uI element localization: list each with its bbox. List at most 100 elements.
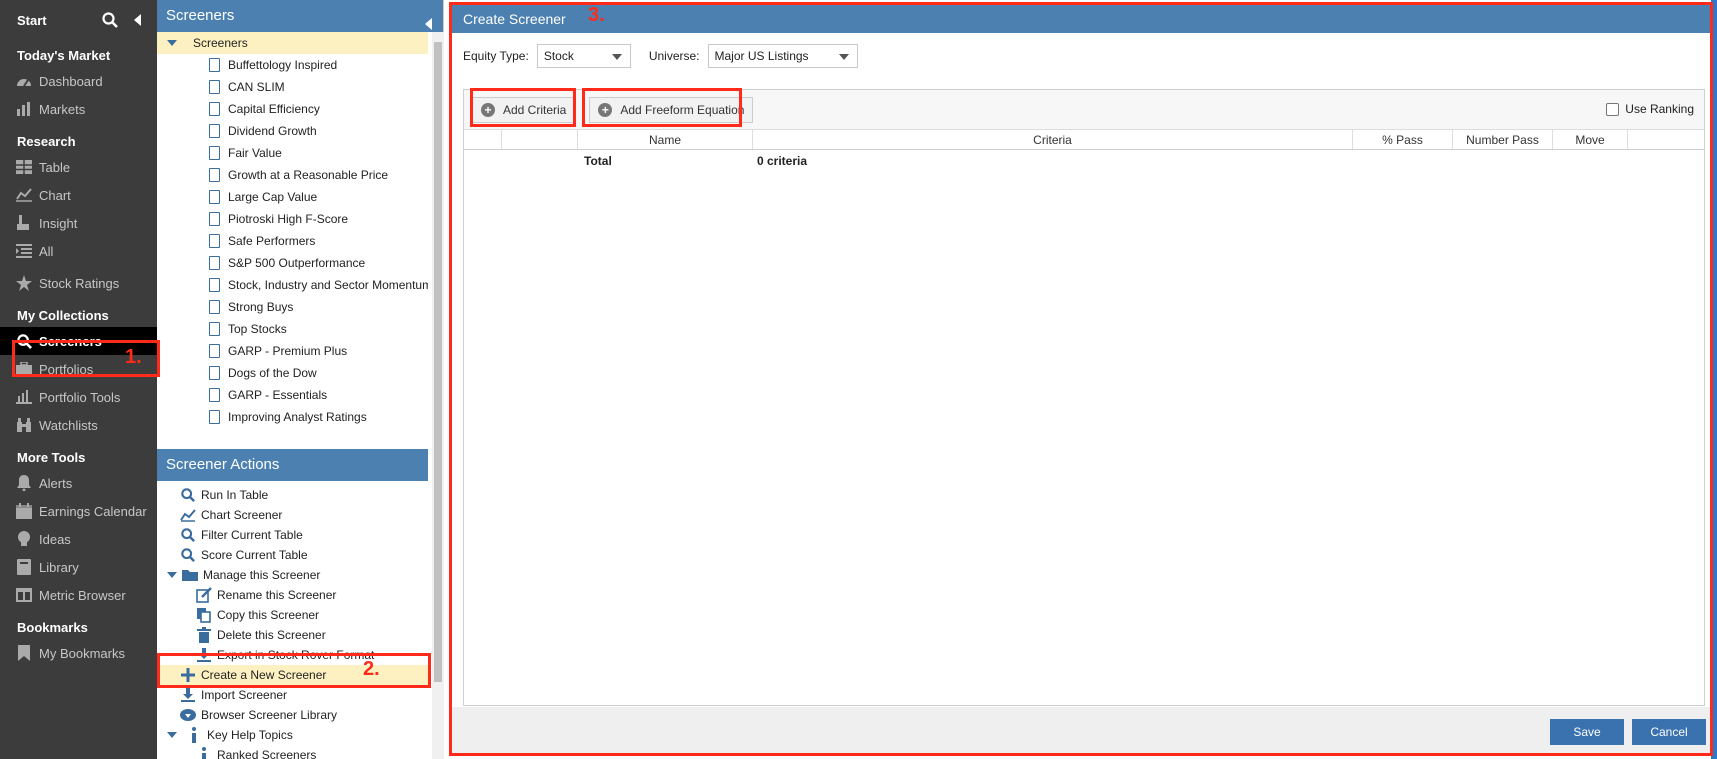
screener-list-item[interactable]: Buffettology Inspired xyxy=(157,54,428,76)
screener-item-label: S&P 500 Outperformance xyxy=(228,256,366,270)
nav-section-title: Bookmarks xyxy=(17,620,88,635)
nav-item-label: Markets xyxy=(39,101,86,117)
expand-triangle-icon[interactable] xyxy=(167,732,177,738)
nav-item-label: My Bookmarks xyxy=(39,645,125,661)
score-current-table-action[interactable]: Score Current Table xyxy=(157,545,428,565)
document-icon xyxy=(209,344,220,358)
delete-screener-label: Delete this Screener xyxy=(217,628,326,642)
rename-screener-action[interactable]: Rename this Screener xyxy=(157,585,428,605)
copy-screener-action[interactable]: Copy this Screener xyxy=(157,605,428,625)
chart-screener-label: Chart Screener xyxy=(201,508,283,522)
score-current-table-label: Score Current Table xyxy=(201,548,308,562)
nav-item-label: Dashboard xyxy=(39,73,103,89)
screener-list-item[interactable]: Fair Value xyxy=(157,142,428,164)
document-icon xyxy=(209,124,220,138)
nav-item-alerts[interactable]: Alerts xyxy=(0,469,157,497)
screener-list-item[interactable]: Dividend Growth xyxy=(157,120,428,142)
screener-item-label: GARP - Premium Plus xyxy=(228,344,348,358)
annotation-3: 3. xyxy=(588,4,605,26)
nav-item-label: Earnings Calendar xyxy=(39,503,147,519)
screener-item-label: Dogs of the Dow xyxy=(228,366,317,380)
filter-current-table-label: Filter Current Table xyxy=(201,528,303,542)
manage-screener-folder[interactable]: Manage this Screener xyxy=(157,565,428,585)
list-icon xyxy=(15,243,33,259)
nav-item-table[interactable]: Table xyxy=(0,153,157,181)
gauge-icon xyxy=(15,73,33,89)
screener-list-item[interactable]: Strong Buys xyxy=(157,296,428,318)
key-help-topics-folder[interactable]: Key Help Topics xyxy=(157,725,428,745)
screener-item-label: Fair Value xyxy=(228,146,282,160)
screener-list-item[interactable]: CAN SLIM xyxy=(157,76,428,98)
app-root: Start Today's Market Dashboard Markets Rese… xyxy=(0,0,1717,759)
annotation-2: 2. xyxy=(363,658,380,680)
import-icon xyxy=(179,687,197,703)
tree-scrollbar[interactable] xyxy=(432,32,444,759)
scrollbar-thumb[interactable] xyxy=(434,42,442,682)
screener-list-item[interactable]: Growth at a Reasonable Price xyxy=(157,164,428,186)
nav-item-portfolio-tools[interactable]: Portfolio Tools xyxy=(0,383,157,411)
bookmark-icon xyxy=(15,645,33,661)
edit-icon xyxy=(195,587,213,603)
ranked-screeners-action[interactable]: Ranked Screeners xyxy=(157,745,428,759)
screener-item-label: Growth at a Reasonable Price xyxy=(228,168,389,182)
screener-list-item[interactable]: Dogs of the Dow xyxy=(157,362,428,384)
expand-triangle-icon[interactable] xyxy=(167,40,177,46)
insight-icon xyxy=(15,215,33,231)
nav-item-dashboard[interactable]: Dashboard xyxy=(0,67,157,95)
tools-chart-icon xyxy=(15,389,33,405)
key-help-topics-label: Key Help Topics xyxy=(207,728,293,742)
screener-item-label: Large Cap Value xyxy=(228,190,318,204)
document-icon xyxy=(209,322,220,336)
start-label[interactable]: Start xyxy=(17,13,101,28)
screener-item-label: Top Stocks xyxy=(228,322,287,336)
screener-item-label: Safe Performers xyxy=(228,234,316,248)
nav-item-watchlists[interactable]: Watchlists xyxy=(0,411,157,439)
screener-list-item[interactable]: Top Stocks xyxy=(157,318,428,340)
search-icon[interactable] xyxy=(101,11,119,29)
document-icon xyxy=(209,102,220,116)
screener-list-item[interactable]: Piotroski High F-Score xyxy=(157,208,428,230)
import-screener-action[interactable]: Import Screener xyxy=(157,685,428,705)
nav-item-my-bookmarks[interactable]: My Bookmarks xyxy=(0,639,157,667)
nav-item-chart[interactable]: Chart xyxy=(0,181,157,209)
nav-item-library[interactable]: Library xyxy=(0,553,157,581)
screener-list-item[interactable]: Stock, Industry and Sector Momentum xyxy=(157,274,428,296)
screener-list-item[interactable]: Large Cap Value xyxy=(157,186,428,208)
nav-item-markets[interactable]: Markets xyxy=(0,95,157,123)
book-icon xyxy=(15,559,33,575)
actions-title: Screener Actions xyxy=(166,456,280,473)
screener-list-item[interactable]: Safe Performers xyxy=(157,230,428,252)
annotation-1: 1. xyxy=(125,346,142,368)
expand-triangle-icon[interactable] xyxy=(167,572,177,578)
filter-current-table-action[interactable]: Filter Current Table xyxy=(157,525,428,545)
browse-library-label: Browser Screener Library xyxy=(201,708,338,722)
screener-item-label: Dividend Growth xyxy=(228,124,317,138)
document-icon xyxy=(209,234,220,248)
calendar-icon xyxy=(15,503,33,519)
chart-screener-action[interactable]: Chart Screener xyxy=(157,505,428,525)
nav-item-earnings-calendar[interactable]: Earnings Calendar xyxy=(0,497,157,525)
browse-library-action[interactable]: Browser Screener Library xyxy=(157,705,428,725)
tree-root-screeners[interactable]: Screeners xyxy=(157,32,428,54)
nav-item-insight[interactable]: Insight xyxy=(0,209,157,237)
manage-screener-label: Manage this Screener xyxy=(203,568,321,582)
table-icon xyxy=(15,159,33,175)
document-icon xyxy=(209,366,220,380)
run-in-table-action[interactable]: Run In Table xyxy=(157,485,428,505)
nav-item-metric-browser[interactable]: Metric Browser xyxy=(0,581,157,609)
search-icon xyxy=(179,547,197,563)
document-icon xyxy=(209,190,220,204)
nav-item-all[interactable]: All xyxy=(0,237,157,265)
collapse-left-icon[interactable] xyxy=(129,11,147,29)
screener-list-item[interactable]: GARP - Premium Plus xyxy=(157,340,428,362)
screener-list-item[interactable]: Improving Analyst Ratings xyxy=(157,406,428,428)
nav-item-stock-ratings[interactable]: Stock Ratings xyxy=(0,269,157,297)
delete-screener-action[interactable]: Delete this Screener xyxy=(157,625,428,645)
nav-section-title: Research xyxy=(17,134,76,149)
line-chart-icon xyxy=(179,507,197,523)
nav-item-ideas[interactable]: Ideas xyxy=(0,525,157,553)
screener-list-item[interactable]: S&P 500 Outperformance xyxy=(157,252,428,274)
screener-item-label: Stock, Industry and Sector Momentum xyxy=(228,278,428,292)
screener-list-item[interactable]: Capital Efficiency xyxy=(157,98,428,120)
screener-list-item[interactable]: GARP - Essentials xyxy=(157,384,428,406)
